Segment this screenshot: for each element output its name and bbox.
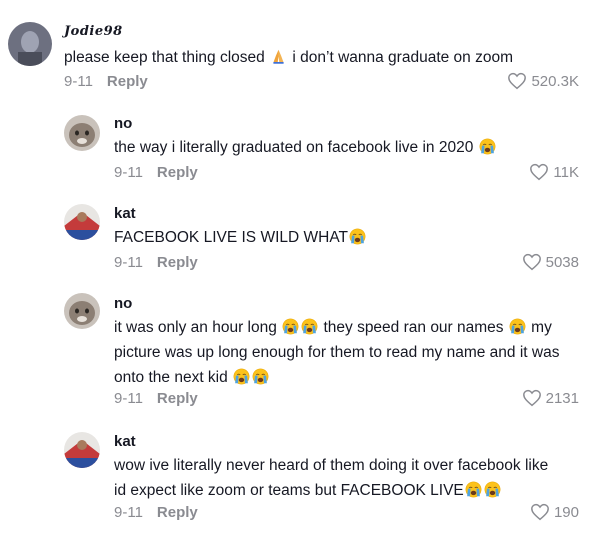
comment-text: it was only an hour long they speed ran … bbox=[114, 318, 560, 386]
like-button[interactable]: 11K bbox=[529, 163, 579, 181]
comment-meta: 9-11 Reply bbox=[114, 254, 198, 271]
loudly-crying-emoji-icon bbox=[479, 138, 496, 155]
loudly-crying-emoji-icon bbox=[282, 318, 299, 335]
comment-text: please keep that thing closed i don’t wa… bbox=[64, 48, 513, 66]
like-count: 5038 bbox=[545, 253, 579, 271]
comment-text: wow ive literally never heard of them do… bbox=[114, 457, 549, 499]
reply-button[interactable]: Reply bbox=[157, 390, 198, 407]
comment-meta: 9-11 Reply bbox=[114, 504, 198, 521]
reply-button[interactable]: Reply bbox=[157, 504, 198, 521]
heart-outline-icon bbox=[530, 163, 549, 181]
loudly-crying-emoji-icon bbox=[301, 318, 318, 335]
reply-item: kat FACEBOOK LIVE IS WILD WHAT 9-11 Reply… bbox=[0, 190, 597, 280]
reply-button[interactable]: Reply bbox=[107, 73, 148, 90]
loudly-crying-emoji-icon bbox=[465, 481, 482, 498]
comment-date: 9-11 bbox=[114, 254, 143, 271]
comment-date: 9-11 bbox=[64, 73, 93, 90]
loudly-crying-emoji-icon bbox=[252, 368, 269, 385]
heart-outline-icon bbox=[531, 503, 549, 521]
loudly-crying-emoji-icon bbox=[349, 228, 366, 245]
like-count: 190 bbox=[553, 503, 579, 521]
comment-username[interactable]: no bbox=[114, 115, 132, 132]
reply-item: no it was only an hour long they speed r… bbox=[0, 280, 597, 420]
comment-meta: 9-11 Reply bbox=[64, 73, 148, 90]
like-button[interactable]: 2131 bbox=[522, 389, 579, 407]
like-count: 2131 bbox=[545, 389, 579, 407]
reply-button[interactable]: Reply bbox=[157, 254, 198, 271]
comment-text: the way i literally graduated on faceboo… bbox=[114, 135, 497, 160]
loudly-crying-emoji-icon bbox=[233, 368, 250, 385]
comment-meta: 9-11 Reply bbox=[114, 164, 198, 181]
comment-username[interactable]: kat bbox=[114, 433, 136, 450]
like-button[interactable]: 190 bbox=[530, 503, 579, 521]
reply-item: no the way i literally graduated on face… bbox=[0, 100, 597, 190]
avatar[interactable] bbox=[8, 22, 52, 66]
like-count: 520.3K bbox=[531, 72, 579, 90]
loudly-crying-emoji-icon bbox=[484, 481, 501, 498]
like-button[interactable]: 520.3K bbox=[507, 72, 579, 90]
comment-date: 9-11 bbox=[114, 164, 143, 181]
comment-username[interactable]: kat bbox=[114, 205, 136, 222]
pray-emoji-icon bbox=[270, 48, 287, 65]
heart-outline-icon bbox=[522, 389, 541, 407]
loudly-crying-emoji-icon bbox=[509, 318, 526, 335]
comment-date: 9-11 bbox=[114, 390, 143, 407]
avatar[interactable] bbox=[64, 115, 100, 151]
avatar[interactable] bbox=[64, 204, 100, 240]
heart-outline-icon bbox=[508, 72, 527, 90]
avatar[interactable] bbox=[64, 432, 100, 468]
avatar[interactable] bbox=[64, 293, 100, 329]
reply-item: kat wow ive literally never heard of the… bbox=[0, 420, 597, 535]
like-button[interactable]: 5038 bbox=[522, 253, 579, 271]
comment-date: 9-11 bbox=[114, 504, 143, 521]
comment-username[interactable]: Jodie98 bbox=[64, 24, 123, 39]
comment-username[interactable]: no bbox=[114, 295, 132, 312]
comment-text: FACEBOOK LIVE IS WILD WHAT bbox=[114, 225, 367, 250]
like-count: 11K bbox=[553, 163, 579, 181]
heart-outline-icon bbox=[522, 253, 541, 271]
comment-meta: 9-11 Reply bbox=[114, 390, 198, 407]
reply-button[interactable]: Reply bbox=[157, 164, 198, 181]
comment-item: Jodie98 please keep that thing closed i … bbox=[0, 0, 597, 100]
